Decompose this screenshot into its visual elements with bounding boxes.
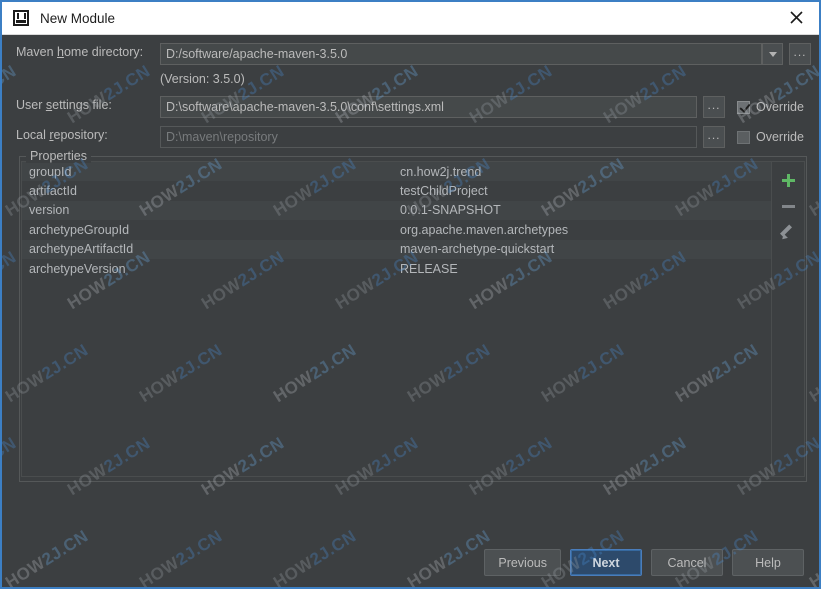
maven-home-input[interactable]: D:/software/apache-maven-3.5.0 [160, 43, 762, 65]
properties-table[interactable]: groupId cn.how2j.trend artifactId testCh… [22, 162, 771, 476]
property-key: version [29, 203, 70, 218]
dialog-footer: Previous Next Cancel Help [484, 549, 804, 576]
pencil-icon [779, 224, 795, 241]
remove-property-button[interactable] [775, 193, 801, 219]
user-settings-label: User settings file: [16, 98, 112, 112]
table-row[interactable]: archetypeGroupId org.apache.maven.archet… [22, 220, 771, 240]
property-value: org.apache.maven.archetypes [400, 222, 569, 237]
previous-button[interactable]: Previous [484, 549, 561, 576]
chevron-down-icon [768, 51, 777, 57]
new-module-dialog: New Module Maven home directory: D:/soft… [0, 0, 821, 589]
table-row[interactable]: groupId cn.how2j.trend [22, 162, 771, 182]
maven-version-note-row: (Version: 3.5.0) [160, 72, 245, 86]
user-settings-browse-button[interactable]: ... [703, 96, 725, 118]
title-bar: New Module [2, 2, 819, 35]
cancel-button[interactable]: Cancel [651, 549, 723, 576]
add-property-button[interactable] [775, 167, 801, 193]
local-repository-override-checkbox[interactable] [737, 130, 750, 144]
edit-property-button[interactable] [775, 219, 801, 245]
local-repository-controls: D:\maven\repository ... Override [160, 126, 804, 148]
properties-group-title: Properties [26, 149, 91, 163]
property-value: 0.0.1-SNAPSHOT [400, 203, 501, 218]
plus-icon [781, 173, 795, 187]
maven-home-row: Maven home directory: [16, 45, 143, 59]
close-icon [789, 11, 803, 24]
maven-version-note: (Version: 3.5.0) [160, 72, 245, 86]
property-value: testChildProject [400, 184, 488, 199]
maven-home-controls: D:/software/apache-maven-3.5.0 ... [160, 43, 811, 65]
local-repository-input[interactable]: D:\maven\repository [160, 126, 697, 148]
user-settings-row: User settings file: [16, 98, 112, 112]
local-repository-override-label: Override [756, 130, 804, 144]
property-value: RELEASE [400, 261, 458, 276]
local-repository-override-toggle[interactable]: Override [737, 130, 804, 144]
property-value: maven-archetype-quickstart [400, 242, 555, 257]
property-key: artifactId [29, 184, 77, 199]
minus-icon [781, 204, 795, 208]
table-row[interactable]: version 0.0.1-SNAPSHOT [22, 200, 771, 221]
table-row[interactable]: archetypeVersion RELEASE [22, 258, 771, 279]
properties-table-panel: groupId cn.how2j.trend artifactId testCh… [21, 161, 805, 477]
property-key: archetypeArtifactId [29, 242, 134, 257]
local-repository-browse-button[interactable]: ... [703, 126, 725, 148]
table-row[interactable]: archetypeArtifactId maven-archetype-quic… [22, 239, 771, 259]
table-row[interactable]: artifactId testChildProject [22, 181, 771, 201]
properties-toolbar [772, 162, 804, 476]
intellij-idea-icon [13, 10, 29, 26]
user-settings-controls: D:\software\apache-maven-3.5.0\conf\sett… [160, 96, 804, 118]
local-repository-row: Local repository: [16, 128, 108, 142]
user-settings-input[interactable]: D:\software\apache-maven-3.5.0\conf\sett… [160, 96, 697, 118]
help-button[interactable]: Help [732, 549, 804, 576]
next-button[interactable]: Next [570, 549, 642, 576]
user-settings-override-label: Override [756, 100, 804, 114]
property-key: archetypeVersion [29, 261, 126, 276]
maven-home-label: Maven home directory: [16, 45, 144, 59]
dialog-body: Maven home directory: D:/software/apache… [2, 35, 819, 587]
local-repository-label: Local repository: [16, 128, 108, 142]
user-settings-override-checkbox[interactable] [737, 100, 750, 114]
property-key: archetypeGroupId [29, 222, 130, 237]
maven-home-browse-button[interactable]: ... [789, 43, 811, 65]
property-key: groupId [29, 164, 72, 179]
user-settings-override-toggle[interactable]: Override [737, 100, 804, 114]
close-button[interactable] [773, 2, 819, 33]
maven-home-dropdown-button[interactable] [762, 43, 783, 65]
property-value: cn.how2j.trend [400, 164, 482, 179]
window-title: New Module [40, 10, 116, 26]
